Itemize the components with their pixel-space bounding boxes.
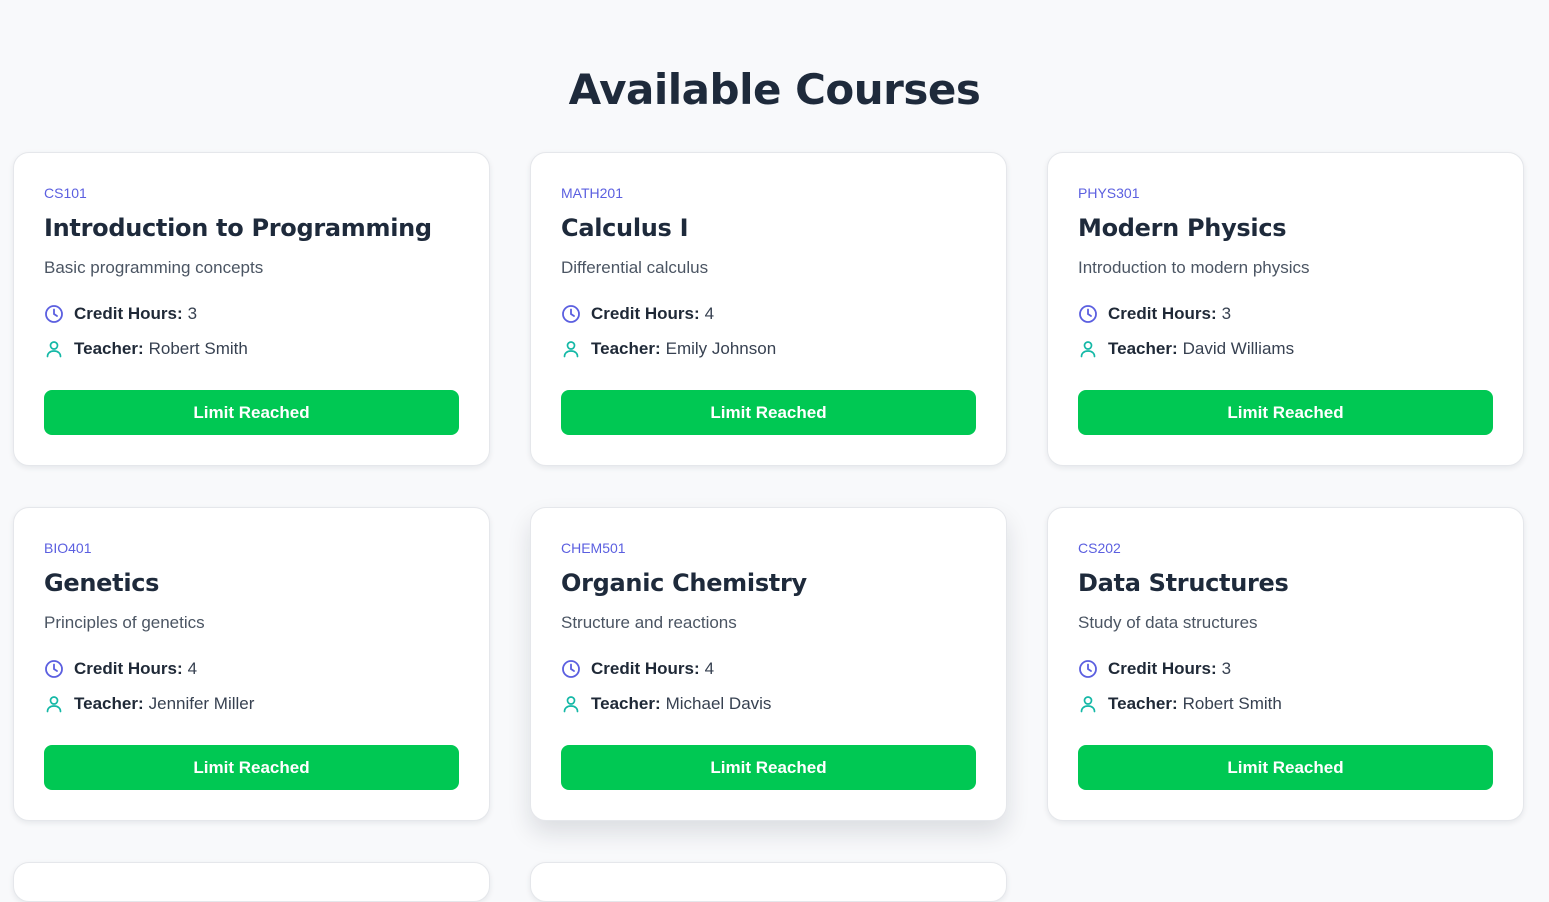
teacher-name: Robert Smith	[148, 339, 248, 358]
clock-icon	[44, 304, 64, 324]
teacher-name: David Williams	[1182, 339, 1295, 358]
course-code: CS202	[1078, 540, 1121, 556]
teacher-label: Teacher:	[1108, 694, 1178, 713]
credit-hours-row: Credit Hours: 3	[1078, 302, 1493, 326]
limit-reached-button[interactable]: Limit Reached	[561, 390, 976, 435]
teacher-name: Emily Johnson	[665, 339, 777, 358]
clock-icon	[1078, 659, 1098, 679]
credit-hours-label: Credit Hours:	[74, 659, 183, 678]
course-card-partial	[530, 862, 1007, 902]
page-title: Available Courses	[568, 65, 981, 114]
limit-reached-button[interactable]: Limit Reached	[561, 745, 976, 790]
limit-reached-button[interactable]: Limit Reached	[44, 745, 459, 790]
course-title: Modern Physics	[1078, 214, 1287, 242]
clock-icon	[561, 659, 581, 679]
course-description: Structure and reactions	[561, 613, 737, 632]
credit-hours-row: Credit Hours: 4	[561, 302, 976, 326]
credit-hours-value: 4	[704, 304, 715, 323]
teacher-name: Jennifer Miller	[148, 694, 255, 713]
course-card: CS202 Data Structures Study of data stru…	[1047, 507, 1524, 821]
user-icon	[1078, 694, 1098, 714]
course-code: CHEM501	[561, 540, 626, 556]
teacher-label: Teacher:	[74, 339, 144, 358]
clock-icon	[1078, 304, 1098, 324]
course-code: BIO401	[44, 540, 92, 556]
teacher-name: Michael Davis	[665, 694, 772, 713]
course-title: Introduction to Programming	[44, 214, 432, 242]
course-card: CS101 Introduction to Programming Basic …	[13, 152, 490, 466]
course-title: Genetics	[44, 569, 160, 597]
teacher-row: Teacher: Jennifer Miller	[44, 692, 459, 716]
course-grid: CS101 Introduction to Programming Basic …	[13, 152, 1524, 902]
limit-reached-button[interactable]: Limit Reached	[1078, 390, 1493, 435]
user-icon	[1078, 339, 1098, 359]
credit-hours-row: Credit Hours: 4	[561, 657, 976, 681]
teacher-row: Teacher: Emily Johnson	[561, 337, 976, 361]
credit-hours-row: Credit Hours: 3	[1078, 657, 1493, 681]
credit-hours-label: Credit Hours:	[591, 304, 700, 323]
user-icon	[561, 339, 581, 359]
user-icon	[44, 694, 64, 714]
user-icon	[561, 694, 581, 714]
course-description: Study of data structures	[1078, 613, 1258, 632]
credit-hours-label: Credit Hours:	[1108, 659, 1217, 678]
credit-hours-label: Credit Hours:	[74, 304, 183, 323]
teacher-name: Robert Smith	[1182, 694, 1282, 713]
course-code: MATH201	[561, 185, 623, 201]
course-code: CS101	[44, 185, 87, 201]
course-title: Calculus I	[561, 214, 689, 242]
course-title: Data Structures	[1078, 569, 1289, 597]
teacher-label: Teacher:	[591, 339, 661, 358]
course-card: PHYS301 Modern Physics Introduction to m…	[1047, 152, 1524, 466]
course-title: Organic Chemistry	[561, 569, 807, 597]
teacher-row: Teacher: Robert Smith	[44, 337, 459, 361]
teacher-row: Teacher: David Williams	[1078, 337, 1493, 361]
credit-hours-label: Credit Hours:	[1108, 304, 1217, 323]
course-card: CHEM501 Organic Chemistry Structure and …	[530, 507, 1007, 821]
course-card: BIO401 Genetics Principles of genetics C…	[13, 507, 490, 821]
credit-hours-value: 3	[1221, 659, 1232, 678]
course-description: Principles of genetics	[44, 613, 205, 632]
clock-icon	[561, 304, 581, 324]
teacher-row: Teacher: Michael Davis	[561, 692, 976, 716]
credit-hours-value: 3	[187, 304, 198, 323]
teacher-label: Teacher:	[1108, 339, 1178, 358]
credit-hours-row: Credit Hours: 3	[44, 302, 459, 326]
limit-reached-button[interactable]: Limit Reached	[1078, 745, 1493, 790]
credit-hours-row: Credit Hours: 4	[44, 657, 459, 681]
course-description: Basic programming concepts	[44, 258, 264, 277]
course-description: Differential calculus	[561, 258, 709, 277]
course-description: Introduction to modern physics	[1078, 258, 1310, 277]
credit-hours-label: Credit Hours:	[591, 659, 700, 678]
limit-reached-button[interactable]: Limit Reached	[44, 390, 459, 435]
course-code: PHYS301	[1078, 185, 1140, 201]
teacher-row: Teacher: Robert Smith	[1078, 692, 1493, 716]
clock-icon	[44, 659, 64, 679]
teacher-label: Teacher:	[74, 694, 144, 713]
user-icon	[44, 339, 64, 359]
credit-hours-value: 4	[187, 659, 198, 678]
teacher-label: Teacher:	[591, 694, 661, 713]
course-card-partial	[13, 862, 490, 902]
credit-hours-value: 4	[704, 659, 715, 678]
course-card: MATH201 Calculus I Differential calculus…	[530, 152, 1007, 466]
credit-hours-value: 3	[1221, 304, 1232, 323]
